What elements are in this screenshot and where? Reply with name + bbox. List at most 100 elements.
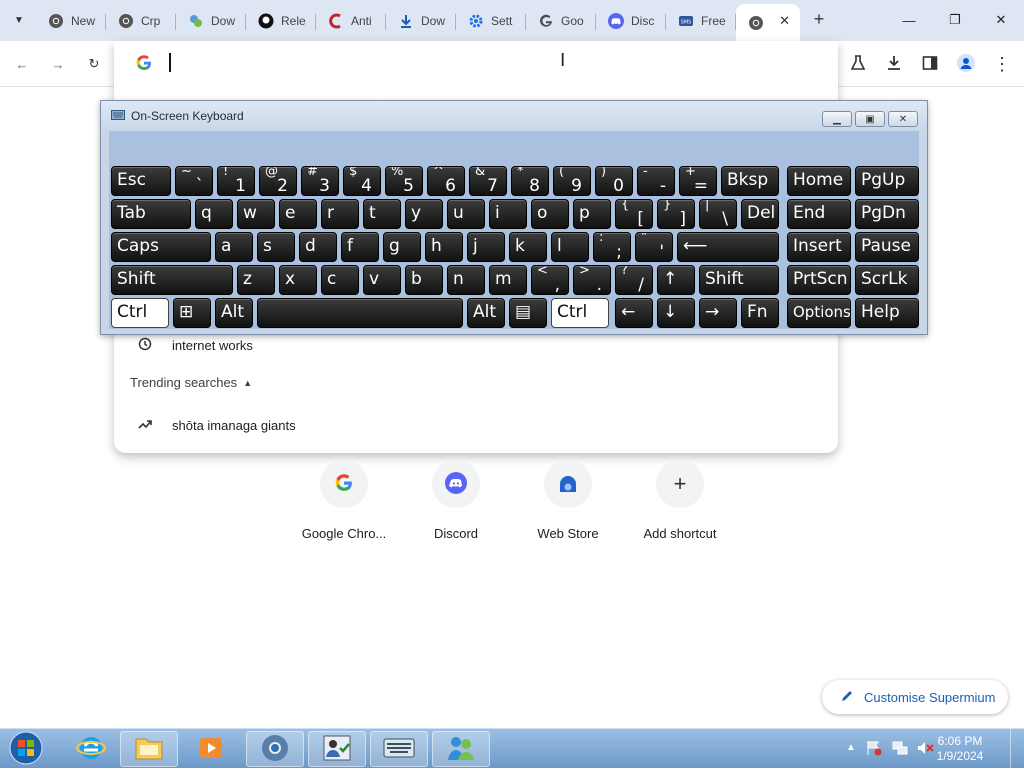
key-r4-8[interactable]: ↓ [657,298,695,328]
key-alt[interactable]: Alt [215,298,253,328]
omnibox-input[interactable] [169,53,171,72]
tab-8[interactable]: Goo [526,6,596,36]
key-r2-10[interactable]: :; [593,232,631,262]
key-r3-11[interactable]: ↑ [657,265,695,295]
key-r3-9[interactable]: >. [573,265,611,295]
key-p[interactable]: p [573,199,611,229]
key-j[interactable]: j [467,232,505,262]
key-3[interactable]: #3 [301,166,339,196]
downloads-button[interactable] [880,50,908,78]
taskbar-osk[interactable] [370,731,428,767]
key-n[interactable]: n [447,265,485,295]
key-6[interactable]: ^ 6 [427,166,465,196]
clock[interactable]: 6:06 PM 1/9/2024 [930,734,990,764]
tab-10[interactable]: SMS Free [666,6,736,36]
back-button[interactable]: ← [8,50,36,78]
key-4[interactable]: $4 [343,166,381,196]
key-k[interactable]: k [509,232,547,262]
tab-9[interactable]: Disc [596,6,666,36]
key-tab[interactable]: Tab [111,199,191,229]
key-s[interactable]: s [257,232,295,262]
tab-7[interactable]: Sett [456,6,526,36]
key-o[interactable]: o [531,199,569,229]
key-9[interactable]: (9 [553,166,591,196]
key-ctrl[interactable]: Ctrl [111,298,169,328]
shortcut-google-chrome[interactable]: Google Chro... [288,460,400,541]
key-esc[interactable]: Esc [111,166,171,196]
menu-button[interactable]: ⋮ [988,50,1016,78]
key-pgup[interactable]: PgUp [855,166,919,196]
key-r3-10[interactable]: ? / [615,265,653,295]
taskbar-ie[interactable] [62,731,120,767]
key-l[interactable]: l [551,232,589,262]
taskbar-network[interactable] [432,731,490,767]
key-e[interactable]: e [279,199,317,229]
close-window-button[interactable]: ✕ [978,0,1024,40]
tab-1[interactable]: New [36,6,106,36]
key-i[interactable]: i [489,199,527,229]
key-2[interactable]: @2 [259,166,297,196]
taskbar-browser[interactable] [246,731,304,767]
key-c[interactable]: c [321,265,359,295]
shortcut-discord[interactable]: Discord [400,460,512,541]
key-b[interactable]: b [405,265,443,295]
show-hidden-icons-button[interactable]: ▲ [846,742,856,753]
start-button[interactable] [4,730,48,768]
key-h[interactable]: h [425,232,463,262]
tab-active[interactable]: ✕ [736,4,800,41]
taskbar-explorer[interactable] [120,731,178,767]
key-prtscn[interactable]: PrtScn [787,265,851,295]
key-r4-5[interactable]: ▤ [509,298,547,328]
key-bksp[interactable]: Bksp [721,166,779,196]
key-g[interactable]: g [383,232,421,262]
shortcut-web-store[interactable]: Web Store [512,460,624,541]
key-r0-12[interactable]: -- [637,166,675,196]
key-f[interactable]: f [341,232,379,262]
spacebar[interactable] [257,298,463,328]
key-insert[interactable]: Insert [787,232,851,262]
key-w[interactable]: w [237,199,275,229]
key-u[interactable]: u [447,199,485,229]
key-r1-13[interactable]: | \ [699,199,737,229]
key-end[interactable]: End [787,199,851,229]
tab-3[interactable]: Dow [176,6,246,36]
tab-4[interactable]: Rele [246,6,316,36]
key-help[interactable]: Help [855,298,919,328]
key-7[interactable]: & 7 [469,166,507,196]
tab-2[interactable]: Crp [106,6,176,36]
taskbar-app[interactable] [308,731,366,767]
key-shift[interactable]: Shift [699,265,779,295]
key-caps[interactable]: Caps [111,232,211,262]
flag-icon[interactable] [866,740,882,759]
osk-minimize-button[interactable]: ▁ [822,111,852,127]
osk-maximize-button[interactable]: ▣ [855,111,885,127]
key-q[interactable]: q [195,199,233,229]
key-ctrl[interactable]: Ctrl [551,298,609,328]
network-icon[interactable] [892,740,908,759]
profile-button[interactable] [952,50,980,78]
restore-button[interactable]: ❐ [932,0,978,40]
key-options[interactable]: Options [787,298,851,328]
key-r0-1[interactable]: ~ ` [175,166,213,196]
key-x[interactable]: x [279,265,317,295]
reload-button[interactable]: ↻ [80,50,108,78]
taskbar-media-player[interactable] [182,731,240,767]
labs-button[interactable] [844,50,872,78]
key-d[interactable]: d [299,232,337,262]
key-5[interactable]: % 5 [385,166,423,196]
side-panel-button[interactable] [916,50,944,78]
key-z[interactable]: z [237,265,275,295]
add-shortcut-button[interactable]: + Add shortcut [624,460,736,541]
minimize-button[interactable]: — [886,0,932,40]
show-desktop-button[interactable] [1010,729,1024,769]
key-y[interactable]: y [405,199,443,229]
key-1[interactable]: ! 1 [217,166,255,196]
key-pause[interactable]: Pause [855,232,919,262]
key-pgdn[interactable]: PgDn [855,199,919,229]
key-r1-12[interactable]: }] [657,199,695,229]
key-a[interactable]: a [215,232,253,262]
forward-button[interactable]: → [44,50,72,78]
trending-header[interactable]: Trending searches ▲ [130,375,252,390]
key-r1-11[interactable]: {[ [615,199,653,229]
key-r4-7[interactable]: ← [615,298,653,328]
